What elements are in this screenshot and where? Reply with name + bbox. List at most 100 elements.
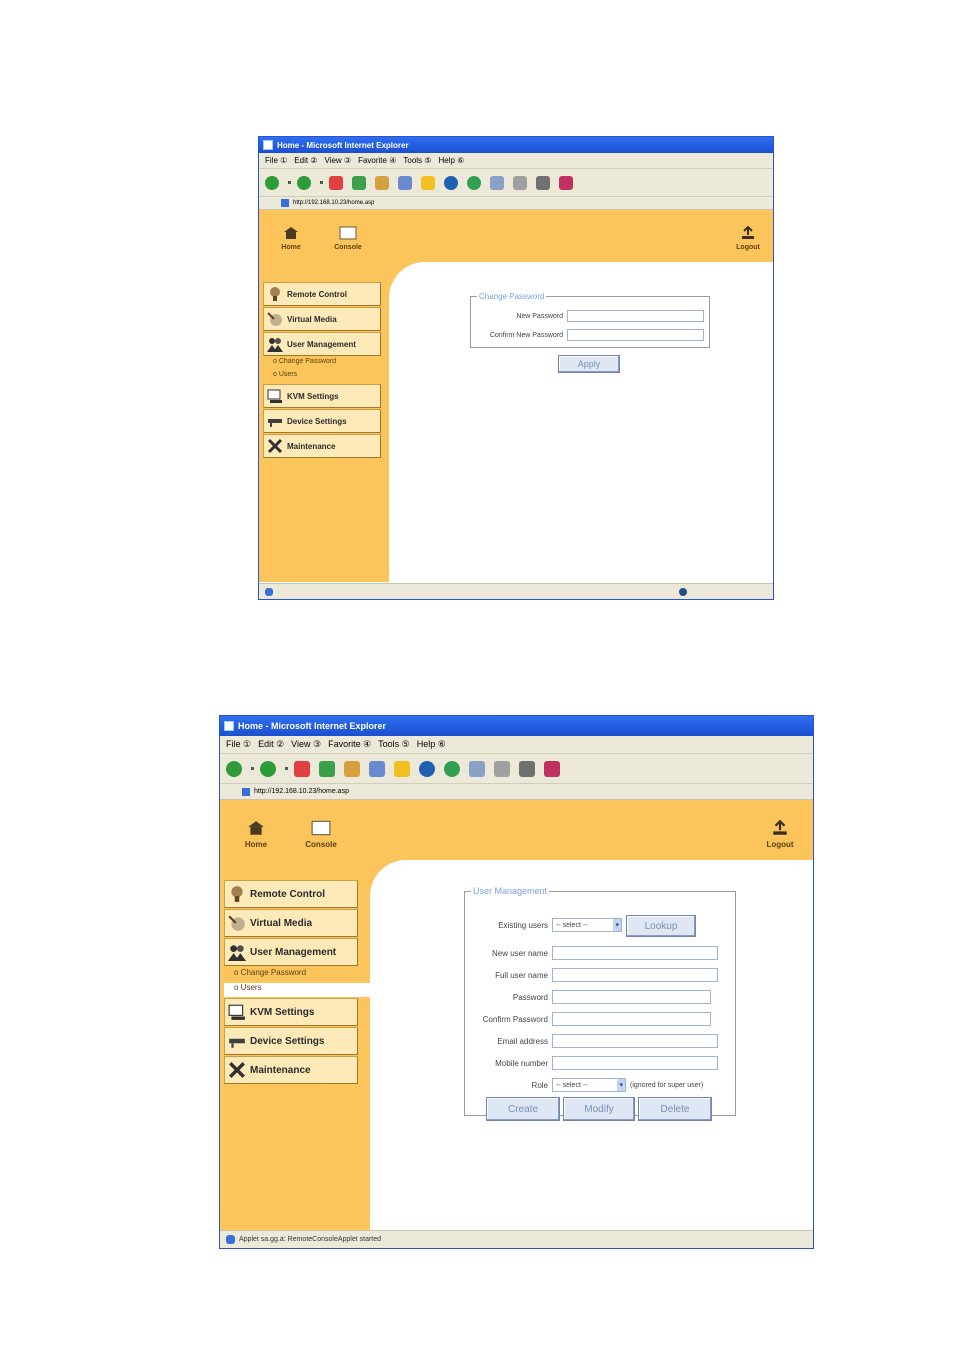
new-password-input[interactable] bbox=[567, 310, 704, 322]
address-bar: http://192.168.10.23/home.asp bbox=[220, 784, 813, 800]
media-icon[interactable] bbox=[444, 175, 458, 190]
delete-button[interactable]: Delete bbox=[638, 1097, 712, 1121]
address-input[interactable]: http://192.168.10.23/home.asp bbox=[293, 200, 374, 206]
menu-view[interactable]: View ③ bbox=[324, 156, 351, 165]
mobile-label: Mobile number bbox=[495, 1058, 548, 1068]
new-user-name-input[interactable] bbox=[552, 946, 718, 960]
forward-icon[interactable] bbox=[260, 760, 276, 777]
stop-icon[interactable] bbox=[329, 175, 343, 190]
remote-control-icon bbox=[231, 886, 243, 902]
home-icon[interactable] bbox=[375, 175, 389, 190]
menu-view[interactable]: View ③ bbox=[291, 739, 321, 750]
modify-button[interactable]: Modify bbox=[563, 1097, 635, 1121]
sidebar-item-kvm-settings[interactable]: KVM Settings bbox=[263, 384, 381, 408]
sidebar-subitem-change-password[interactable]: o Change Password bbox=[263, 358, 389, 370]
nav-logout-label: Logout bbox=[766, 840, 794, 849]
refresh-icon[interactable] bbox=[352, 175, 366, 190]
menu-tools[interactable]: Tools ⑤ bbox=[403, 156, 431, 165]
confirm-password-row: Confirm New Password bbox=[475, 329, 704, 341]
menu-edit[interactable]: Edit ② bbox=[258, 739, 284, 750]
full-user-name-input[interactable] bbox=[552, 968, 718, 982]
sidebar-item-virtual-media[interactable]: Virtual Media bbox=[224, 909, 358, 937]
edit-icon[interactable] bbox=[519, 760, 535, 777]
menu-favorite[interactable]: Favorite ④ bbox=[328, 739, 371, 750]
sidebar-item-label: Maintenance bbox=[287, 441, 336, 451]
confirm-password-input[interactable] bbox=[552, 1012, 711, 1026]
favorites-star-icon[interactable] bbox=[421, 175, 435, 190]
nav-console-label: Console bbox=[305, 840, 337, 849]
sidebar-item-device-settings[interactable]: Device Settings bbox=[224, 1027, 358, 1055]
sidebar-item-kvm-settings[interactable]: KVM Settings bbox=[224, 998, 358, 1026]
menu-file[interactable]: File ① bbox=[265, 156, 287, 165]
nav-home[interactable]: Home bbox=[238, 820, 274, 849]
mobile-input[interactable] bbox=[552, 1056, 718, 1070]
edit-icon[interactable] bbox=[536, 175, 550, 190]
menu-tools[interactable]: Tools ⑤ bbox=[378, 739, 410, 750]
confirm-password-row: Confirm Password bbox=[468, 1012, 711, 1026]
apply-button[interactable]: Apply bbox=[558, 355, 620, 373]
sidebar-item-remote-control[interactable]: Remote Control bbox=[263, 282, 381, 306]
lookup-button[interactable]: Lookup bbox=[626, 915, 696, 937]
sidebar-item-user-management[interactable]: User Management bbox=[224, 938, 358, 966]
nav-console[interactable]: Console bbox=[300, 820, 342, 849]
sidebar-subitem-users[interactable]: o Users bbox=[224, 983, 370, 997]
nav-home[interactable]: Home bbox=[273, 226, 309, 251]
menu-help[interactable]: Help ⑥ bbox=[417, 739, 446, 750]
back-icon[interactable] bbox=[226, 760, 242, 777]
chevron-down-icon[interactable]: ▾ bbox=[613, 919, 621, 931]
menu-favorite[interactable]: Favorite ④ bbox=[358, 156, 396, 165]
back-dropdown-icon[interactable] bbox=[288, 181, 291, 184]
sidebar-subitem-users[interactable]: o Users bbox=[263, 371, 389, 383]
search-icon[interactable] bbox=[398, 175, 412, 190]
messenger-icon[interactable] bbox=[559, 175, 573, 190]
menu-edit[interactable]: Edit ② bbox=[294, 156, 317, 165]
sidebar-item-maintenance[interactable]: Maintenance bbox=[263, 434, 381, 458]
sidebar-item-virtual-media[interactable]: Virtual Media bbox=[263, 307, 381, 331]
existing-users-select[interactable]: -- select -- ▾ bbox=[552, 918, 622, 932]
address-input[interactable]: http://192.168.10.23/home.asp bbox=[254, 788, 349, 795]
history-icon[interactable] bbox=[467, 175, 481, 190]
password-input[interactable] bbox=[552, 990, 711, 1004]
existing-users-select-value: -- select -- bbox=[556, 921, 588, 929]
sidebar-item-label: User Management bbox=[250, 946, 337, 958]
email-input[interactable] bbox=[552, 1034, 718, 1048]
nav-console[interactable]: Console bbox=[329, 226, 367, 251]
back-icon[interactable] bbox=[265, 175, 279, 190]
sidebar-item-user-management[interactable]: User Management bbox=[263, 332, 381, 356]
home-icon[interactable] bbox=[344, 760, 360, 777]
sidebar-item-device-settings[interactable]: Device Settings bbox=[263, 409, 381, 433]
stop-icon[interactable] bbox=[294, 760, 310, 777]
print-icon[interactable] bbox=[494, 760, 510, 777]
ie-app-icon bbox=[263, 140, 273, 150]
mail-icon[interactable] bbox=[490, 175, 504, 190]
confirm-password-input[interactable] bbox=[567, 329, 704, 341]
nav-logout[interactable]: Logout bbox=[760, 820, 800, 849]
favorites-star-icon[interactable] bbox=[394, 760, 410, 777]
role-select[interactable]: -- select -- ▾ bbox=[552, 1078, 626, 1092]
console-nav-icon bbox=[339, 226, 357, 240]
new-password-row: New Password bbox=[475, 310, 704, 322]
sidebar-subitem-change-password[interactable]: o Change Password bbox=[224, 968, 370, 982]
create-button[interactable]: Create bbox=[486, 1097, 560, 1121]
sidebar-item-remote-control[interactable]: Remote Control bbox=[224, 880, 358, 908]
sidebar: Remote Control Virtual Media User Manage… bbox=[224, 880, 370, 1100]
messenger-icon[interactable] bbox=[544, 760, 560, 777]
chevron-down-icon[interactable]: ▾ bbox=[617, 1079, 625, 1091]
back-dropdown-icon[interactable] bbox=[251, 767, 254, 770]
mail-icon[interactable] bbox=[469, 760, 485, 777]
forward-dropdown-icon[interactable] bbox=[285, 767, 288, 770]
nav-logout[interactable]: Logout bbox=[731, 226, 765, 251]
media-icon[interactable] bbox=[419, 760, 435, 777]
forward-dropdown-icon[interactable] bbox=[320, 181, 323, 184]
refresh-icon[interactable] bbox=[319, 760, 335, 777]
menu-file[interactable]: File ① bbox=[226, 739, 251, 750]
forward-icon[interactable] bbox=[297, 175, 311, 190]
search-icon[interactable] bbox=[369, 760, 385, 777]
logout-nav-icon bbox=[742, 226, 754, 239]
nav-logout-label: Logout bbox=[736, 244, 760, 251]
toolbar bbox=[259, 169, 773, 197]
sidebar-item-maintenance[interactable]: Maintenance bbox=[224, 1056, 358, 1084]
print-icon[interactable] bbox=[513, 175, 527, 190]
history-icon[interactable] bbox=[444, 760, 460, 777]
menu-help[interactable]: Help ⑥ bbox=[438, 156, 464, 165]
